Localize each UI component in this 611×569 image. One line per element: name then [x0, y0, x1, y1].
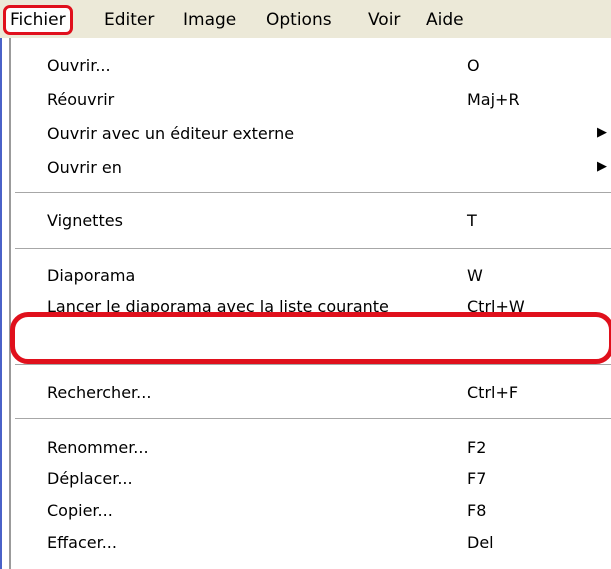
menu-separator	[15, 364, 611, 366]
menu-item-copier[interactable]: Copier... F8	[12, 494, 611, 528]
menu-item-shortcut: F2	[467, 438, 487, 457]
menu-image[interactable]: Image	[183, 8, 236, 32]
menu-item-label: Déplacer...	[47, 469, 133, 488]
menu-item-label: Rechercher...	[47, 383, 152, 402]
menu-item-shortcut: Ctrl+W	[467, 297, 525, 316]
menu-item-label: Réouvrir	[47, 90, 115, 109]
fichier-dropdown-menu: Ouvrir... O Réouvrir Maj+R Ouvrir avec u…	[12, 38, 611, 569]
menu-item-vignettes[interactable]: Vignettes T	[12, 204, 611, 238]
menu-item-shortcut: F7	[467, 469, 487, 488]
menu-item-label: Ouvrir...	[47, 56, 111, 75]
menu-item-rechercher[interactable]: Rechercher... Ctrl+F	[12, 376, 611, 410]
menu-left-border	[0, 38, 2, 569]
menu-item-deplacer[interactable]: Déplacer... F7	[12, 462, 611, 496]
menu-item-label: Lancer le diaporama avec la liste couran…	[47, 297, 389, 316]
menu-editer[interactable]: Editer	[104, 8, 154, 32]
menu-fichier[interactable]: Fichier	[3, 5, 73, 35]
menu-item-ouvrir-editeur-externe[interactable]: Ouvrir avec un éditeur externe ▶	[12, 117, 611, 151]
menu-item-label: Effacer...	[47, 533, 117, 552]
menu-item-shortcut: O	[467, 56, 480, 75]
menu-item-shortcut: T	[467, 211, 477, 230]
menu-item-shortcut: F8	[467, 501, 487, 520]
menu-voir[interactable]: Voir	[368, 8, 400, 32]
menu-item-label: Vignettes	[47, 211, 123, 230]
menu-item-label: Ouvrir avec un éditeur externe	[47, 124, 295, 143]
menu-separator	[15, 192, 611, 194]
menu-item-shortcut: W	[467, 266, 483, 285]
menu-aide[interactable]: Aide	[426, 8, 464, 32]
menu-item-shortcut: B	[467, 328, 478, 347]
menu-item-ouvrir[interactable]: Ouvrir... O	[12, 49, 611, 83]
menu-item-shortcut: Del	[467, 533, 494, 552]
menu-options[interactable]: Options	[266, 8, 332, 32]
menu-item-convertir-renommer-batch[interactable]: Convertir/Renommer en mode Batch... B	[12, 321, 611, 355]
menu-item-reouvrir[interactable]: Réouvrir Maj+R	[12, 83, 611, 117]
menu-item-label: Diaporama	[47, 266, 136, 285]
menu-item-label: Renommer...	[47, 438, 149, 457]
menu-item-lancer-diaporama[interactable]: Lancer le diaporama avec la liste couran…	[12, 290, 611, 324]
menu-item-label: Ouvrir en	[47, 158, 122, 177]
menu-item-shortcut: Ctrl+F	[467, 383, 519, 402]
menu-bar: Fichier Editer Image Options Voir Aide	[0, 0, 611, 38]
menu-separator	[15, 248, 611, 250]
menu-item-label: Copier...	[47, 501, 113, 520]
menu-item-ouvrir-en[interactable]: Ouvrir en ▶	[12, 151, 611, 185]
submenu-arrow-icon: ▶	[597, 159, 607, 174]
menu-item-diaporama[interactable]: Diaporama W	[12, 259, 611, 293]
menu-separator	[15, 418, 611, 420]
menu-item-effacer[interactable]: Effacer... Del	[12, 526, 611, 560]
menu-item-renommer[interactable]: Renommer... F2	[12, 431, 611, 465]
menu-item-shortcut: Maj+R	[467, 90, 520, 109]
submenu-arrow-icon: ▶	[597, 125, 607, 140]
menu-item-label: Convertir/Renommer en mode Batch...	[47, 328, 357, 347]
